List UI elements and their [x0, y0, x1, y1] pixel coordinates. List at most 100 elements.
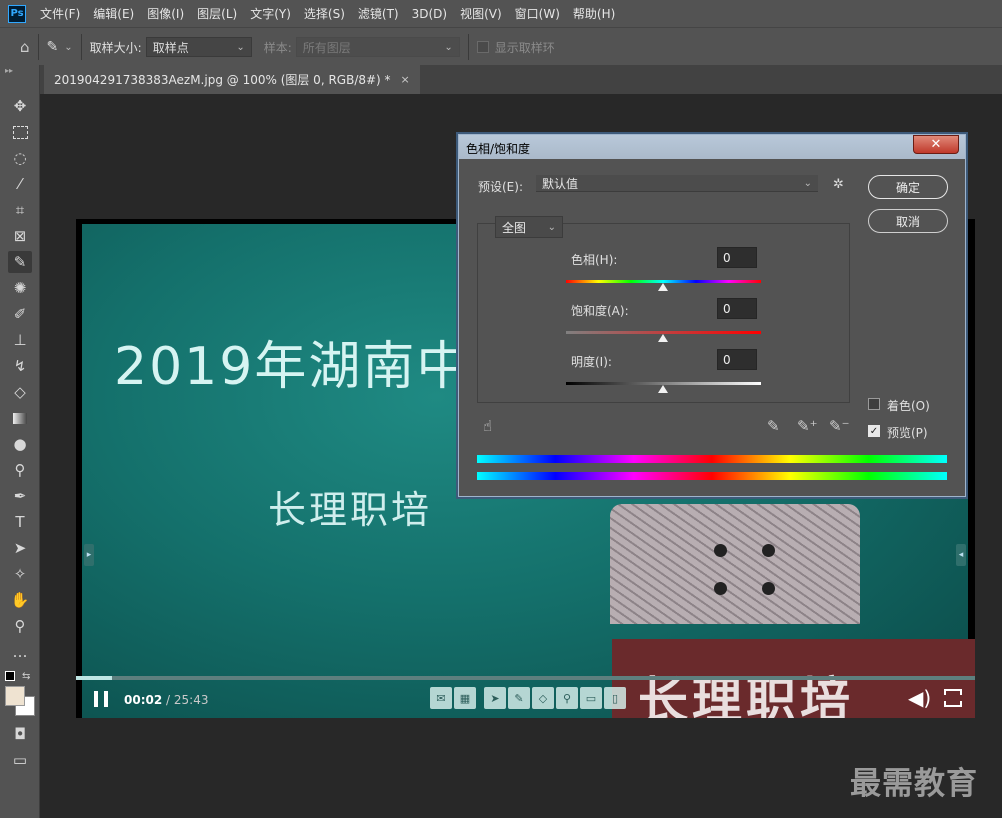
- chevron-down-icon: ⌄: [547, 221, 556, 233]
- lasso-icon[interactable]: ◌: [8, 147, 32, 169]
- menu-layer[interactable]: 图层(L): [197, 5, 237, 22]
- menu-edit[interactable]: 编辑(E): [93, 5, 134, 22]
- sample-size-dropdown[interactable]: 取样点 ⌄: [145, 37, 252, 57]
- preview-label: 预览(P): [887, 426, 928, 440]
- hand-icon[interactable]: ✋: [8, 589, 32, 611]
- colorize-checkbox[interactable]: [868, 398, 880, 410]
- stamp-icon[interactable]: ⊥: [8, 329, 32, 351]
- menu-select[interactable]: 选择(S): [304, 5, 345, 22]
- search-icon: ⚲: [556, 687, 578, 709]
- dodge-icon[interactable]: ⚲: [8, 459, 32, 481]
- menu-image[interactable]: 图像(I): [147, 5, 184, 22]
- zoom-icon[interactable]: ⚲: [8, 615, 32, 637]
- sample-size-value: 取样点: [152, 40, 189, 55]
- eraser-icon[interactable]: ◇: [8, 381, 32, 403]
- jacket-button: [762, 582, 775, 595]
- mail-icon: ✉: [430, 687, 452, 709]
- saturation-slider-thumb[interactable]: [658, 334, 668, 342]
- more-icon[interactable]: …: [8, 641, 32, 663]
- dialog-title-bar[interactable]: 色相/饱和度 ✕: [459, 135, 965, 159]
- jacket-button: [762, 544, 775, 557]
- panel-collapse-icon[interactable]: ▸▸: [5, 66, 13, 75]
- blur-icon[interactable]: ●: [8, 433, 32, 455]
- document-tab[interactable]: 201904291738383AezM.jpg @ 100% (图层 0, RG…: [44, 65, 420, 94]
- magic-wand-icon[interactable]: ⁄: [8, 173, 32, 195]
- sample-dropdown[interactable]: 所有图层 ⌄: [295, 37, 460, 57]
- hue-input[interactable]: 0: [717, 247, 757, 268]
- options-bar: ⌂ ✎ ⌄ 取样大小: 取样点 ⌄ 样本: 所有图层 ⌄ 显示取样环: [0, 27, 1002, 66]
- gradient-icon[interactable]: [8, 407, 32, 429]
- eyedropper-icon[interactable]: ✎: [8, 251, 32, 273]
- gear-icon[interactable]: ✲: [833, 177, 844, 192]
- home-icon[interactable]: ⌂: [20, 38, 30, 56]
- preset-dropdown[interactable]: 默认值 ⌄: [536, 175, 818, 192]
- quick-mask-icon[interactable]: ◘: [8, 723, 32, 745]
- sample-value: 所有图层: [302, 40, 351, 55]
- screen-mode-icon[interactable]: ▭: [8, 749, 32, 771]
- saturation-input[interactable]: 0: [717, 298, 757, 319]
- foreground-color-swatch[interactable]: [5, 686, 25, 706]
- menu-window[interactable]: 窗口(W): [515, 5, 560, 22]
- path-select-icon[interactable]: ➤: [8, 537, 32, 559]
- hue-slider-thumb[interactable]: [658, 283, 668, 291]
- colorize-label: 着色(O): [887, 399, 930, 413]
- show-ring-checkbox[interactable]: [476, 41, 489, 53]
- brush-icon[interactable]: ✐: [8, 303, 32, 325]
- show-ring-label: 显示取样环: [494, 40, 555, 55]
- default-colors-icon[interactable]: [5, 671, 15, 681]
- presenter-jacket: [610, 504, 860, 624]
- type-icon[interactable]: T: [8, 511, 32, 533]
- eyedropper-plus-icon[interactable]: ✎⁺: [797, 417, 818, 435]
- healing-icon[interactable]: ✺: [8, 277, 32, 299]
- sample-size-label: 取样大小:: [89, 40, 142, 55]
- chevron-down-icon: ⌄: [803, 177, 812, 189]
- jacket-button: [714, 544, 727, 557]
- menu-type[interactable]: 文字(Y): [250, 5, 291, 22]
- lightness-slider-thumb[interactable]: [658, 385, 668, 393]
- close-tab-icon[interactable]: ×: [401, 73, 410, 86]
- next-arrow-icon: ◂: [956, 544, 966, 566]
- chevron-down-icon: ⌄: [444, 41, 453, 53]
- eyedropper-minus-icon[interactable]: ✎⁻: [829, 417, 850, 435]
- cancel-button[interactable]: 取消: [868, 209, 948, 233]
- watermark-text: 最需教育: [850, 766, 978, 802]
- preset-value: 默认值: [542, 176, 579, 191]
- menu-view[interactable]: 视图(V): [460, 5, 502, 22]
- lightness-input[interactable]: 0: [717, 349, 757, 370]
- video-toolbar: ✉ ▦ ➤ ✎ ◇ ⚲ ▭ ▯: [430, 687, 626, 711]
- menu-help[interactable]: 帮助(H): [573, 5, 615, 22]
- targeted-adjustment-icon[interactable]: ☝: [483, 417, 492, 435]
- window-icon: ▯: [604, 687, 626, 709]
- pen-icon[interactable]: ✒: [8, 485, 32, 507]
- menu-3d[interactable]: 3D(D): [412, 7, 447, 21]
- input-color-bar: [477, 455, 947, 463]
- jacket-button: [714, 582, 727, 595]
- pen-icon: ✎: [508, 687, 530, 709]
- frame-icon[interactable]: ⊠: [8, 225, 32, 247]
- chevron-down-icon[interactable]: ⌄: [64, 42, 72, 53]
- time-total: / 25:43: [166, 693, 209, 707]
- preset-label: 预设(E):: [478, 180, 523, 194]
- menu-filter[interactable]: 滤镜(T): [358, 5, 399, 22]
- move-icon[interactable]: ✥: [8, 95, 32, 117]
- swap-colors-icon[interactable]: ⇆: [22, 671, 30, 682]
- eraser-icon: ◇: [532, 687, 554, 709]
- eyedropper-tool-icon[interactable]: ✎: [47, 39, 59, 55]
- chevron-down-icon: ⌄: [236, 41, 245, 53]
- crop-icon[interactable]: ⌗: [8, 199, 32, 221]
- scope-dropdown[interactable]: 全图 ⌄: [495, 216, 563, 238]
- volume-icon: ◀): [908, 686, 932, 710]
- screen-icon: ▭: [580, 687, 602, 709]
- menu-file[interactable]: 文件(F): [40, 5, 80, 22]
- history-brush-icon[interactable]: ↯: [8, 355, 32, 377]
- pointer-icon: ➤: [484, 687, 506, 709]
- marquee-icon[interactable]: [8, 121, 32, 143]
- video-title-text: 2019年湖南中: [114, 337, 471, 397]
- shape-icon[interactable]: ✧: [8, 563, 32, 585]
- preview-checkbox[interactable]: ✓: [868, 425, 880, 437]
- tools-panel: ▸▸ ✥ ◌ ⁄ ⌗ ⊠ ✎ ✺ ✐ ⊥ ↯ ◇ ● ⚲ ✒ T ➤ ✧ ✋ ⚲…: [0, 65, 40, 818]
- eyedropper-icon[interactable]: ✎: [767, 417, 780, 435]
- close-button[interactable]: ✕: [913, 135, 959, 154]
- document-tab-title: 201904291738383AezM.jpg @ 100% (图层 0, RG…: [54, 73, 391, 87]
- ok-button[interactable]: 确定: [868, 175, 948, 199]
